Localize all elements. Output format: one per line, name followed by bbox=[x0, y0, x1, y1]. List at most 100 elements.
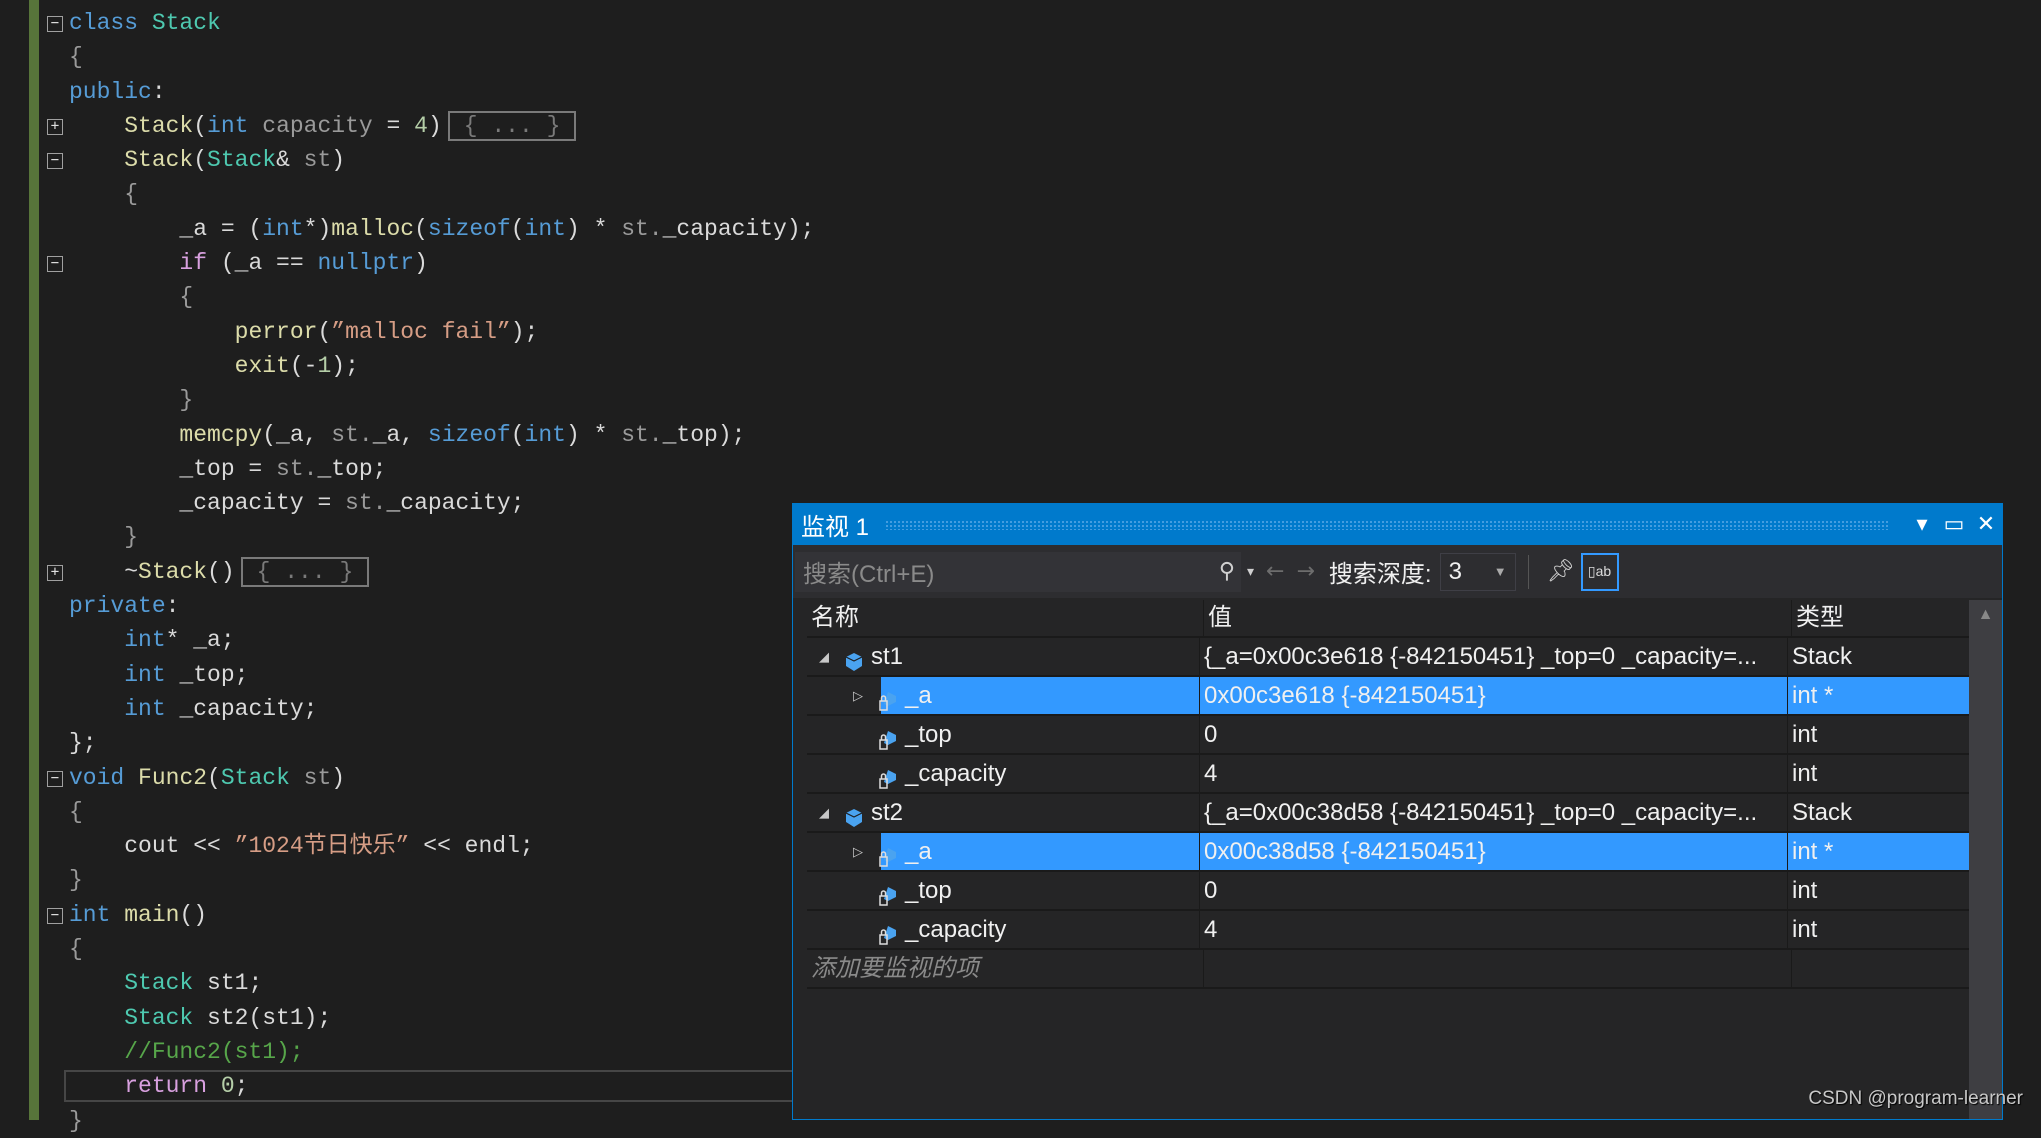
code-token: ( bbox=[193, 147, 208, 174]
search-depth-value: 3 bbox=[1448, 557, 1462, 585]
code-line[interactable]: _top = st._top; bbox=[0, 452, 2041, 486]
code-token: 4 bbox=[414, 112, 428, 139]
search-forward-arrow-icon[interactable]: → bbox=[1290, 559, 1320, 584]
expanded-arrow-icon[interactable]: ◢ bbox=[819, 638, 829, 675]
empty-cell bbox=[1792, 950, 1970, 987]
value-cell[interactable]: 0x00c3e618 {-842150451} bbox=[1200, 677, 1788, 714]
watch-title-bar[interactable]: 监视 1 ▾ ▭ ✕ bbox=[793, 504, 2002, 545]
search-input[interactable]: 搜索(Ctrl+E) ⚲ bbox=[795, 551, 1241, 592]
private-field-icon bbox=[879, 919, 897, 945]
name-cell[interactable]: ▷ _a bbox=[807, 677, 1200, 714]
code-token: sizeof bbox=[427, 421, 511, 448]
code-token: }; bbox=[69, 730, 97, 757]
value-cell[interactable]: 0 bbox=[1200, 716, 1788, 753]
maximize-icon[interactable]: ▭ bbox=[1938, 512, 1970, 537]
type-cell: Stack bbox=[1792, 799, 1853, 826]
value-cell[interactable]: {_a=0x00c3e618 {-842150451} _top=0 _capa… bbox=[1200, 638, 1788, 675]
code-line[interactable]: + Stack(int capacity = 4){ ... } bbox=[0, 109, 2041, 143]
watch-row[interactable]: ◢ st1 {_a=0x00c3e618 {-842150451} _top=0 _… bbox=[807, 638, 1970, 677]
close-icon[interactable]: ✕ bbox=[1970, 512, 2002, 537]
search-back-arrow-icon[interactable]: ← bbox=[1260, 559, 1290, 584]
code-line[interactable]: exit(-1); bbox=[0, 349, 2041, 383]
name-cell[interactable]: _top bbox=[807, 716, 1200, 753]
code-text: return 0; bbox=[69, 1069, 248, 1103]
collapse-icon[interactable]: − bbox=[47, 907, 63, 924]
search-options-dropdown-icon[interactable]: ▾ bbox=[1241, 564, 1260, 580]
pin-icon[interactable]: 📌︎ bbox=[1541, 559, 1581, 584]
code-line[interactable]: _a = (int*)malloc(sizeof(int) * st._capa… bbox=[0, 212, 2041, 246]
scroll-up-icon[interactable]: ▲ bbox=[1969, 606, 2002, 624]
code-token: ~ bbox=[69, 558, 139, 585]
collapsed-block[interactable]: { ... } bbox=[447, 110, 577, 141]
code-token: _top = bbox=[69, 455, 277, 482]
column-header-value[interactable]: 值 bbox=[1204, 600, 1792, 636]
expand-icon[interactable]: + bbox=[47, 118, 63, 135]
code-line[interactable]: { bbox=[0, 177, 2041, 211]
collapse-icon[interactable]: − bbox=[47, 153, 63, 170]
code-token: Stack bbox=[124, 112, 194, 139]
code-text: ~Stack(){ ... } bbox=[69, 555, 370, 589]
variable-name: _a bbox=[905, 682, 932, 709]
code-text: { bbox=[69, 795, 83, 829]
collapse-icon[interactable]: − bbox=[47, 770, 63, 787]
search-icon[interactable]: ⚲ bbox=[1213, 559, 1241, 584]
name-cell[interactable]: ◢ st1 bbox=[807, 638, 1200, 675]
name-cell[interactable]: _capacity bbox=[807, 755, 1200, 792]
watch-row[interactable]: ▷ _a 0x00c3e618 {-842150451} int * bbox=[807, 677, 1970, 716]
column-header-name[interactable]: 名称 bbox=[807, 600, 1204, 636]
code-line[interactable]: { bbox=[0, 40, 2041, 74]
code-token: _capacity); bbox=[662, 215, 815, 242]
collapsed-block[interactable]: { ... } bbox=[240, 556, 370, 587]
code-token: ( bbox=[510, 421, 525, 448]
code-token: 0 bbox=[220, 1073, 235, 1100]
watch-row[interactable]: ▷ _a 0x00c38d58 {-842150451} int * bbox=[807, 833, 1970, 872]
code-line[interactable]: − if (_a == nullptr) bbox=[0, 246, 2041, 280]
code-token: Stack bbox=[138, 558, 208, 585]
drag-grip[interactable] bbox=[885, 519, 1890, 530]
code-line[interactable]: memcpy(_a, st._a, sizeof(int) * st._top)… bbox=[0, 418, 2041, 452]
add-watch-placeholder[interactable]: 添加要监视的项 bbox=[807, 950, 1204, 987]
value-cell[interactable]: 0 bbox=[1200, 872, 1788, 909]
value-cell[interactable]: 4 bbox=[1200, 755, 1788, 792]
name-cell[interactable]: _capacity bbox=[807, 911, 1200, 948]
value-cell[interactable]: 0x00c38d58 {-842150451} bbox=[1200, 833, 1788, 870]
window-menu-dropdown-icon[interactable]: ▾ bbox=[1906, 512, 1938, 537]
vertical-scrollbar[interactable]: ▲ bbox=[1969, 600, 2002, 1119]
collapse-icon[interactable]: − bbox=[47, 16, 63, 32]
collapsed-arrow-icon[interactable]: ▷ bbox=[853, 677, 863, 714]
name-cell[interactable]: _top bbox=[807, 872, 1200, 909]
expanded-arrow-icon[interactable]: ◢ bbox=[819, 794, 829, 831]
name-cell[interactable]: ◢ st2 bbox=[807, 794, 1200, 831]
variable-name: st2 bbox=[871, 799, 904, 826]
value-cell[interactable]: {_a=0x00c38d58 {-842150451} _top=0 _capa… bbox=[1200, 794, 1788, 831]
add-watch-row[interactable]: 添加要监视的项 bbox=[807, 950, 1970, 989]
watch-row[interactable]: _top 0 int bbox=[807, 872, 1970, 911]
collapsed-arrow-icon[interactable]: ▷ bbox=[853, 833, 863, 870]
code-line[interactable]: perror(”malloc fail”); bbox=[0, 315, 2041, 349]
code-line[interactable]: − class Stack bbox=[0, 6, 2041, 40]
column-header-type[interactable]: 类型 bbox=[1792, 600, 1970, 636]
code-token: st. bbox=[621, 215, 663, 242]
code-token: (_a == bbox=[207, 250, 318, 277]
hex-display-toggle-button[interactable]: ▯ab bbox=[1580, 552, 1619, 591]
watch-row[interactable]: _capacity 4 int bbox=[807, 911, 1970, 950]
search-depth-dropdown[interactable]: 3 ▼ bbox=[1439, 552, 1516, 591]
watch-row[interactable]: _top 0 int bbox=[807, 716, 1970, 755]
name-cell[interactable]: ▷ _a bbox=[807, 833, 1200, 870]
code-line[interactable]: public: bbox=[0, 75, 2041, 109]
collapse-icon[interactable]: − bbox=[47, 256, 63, 273]
code-line[interactable]: { bbox=[0, 280, 2041, 314]
code-line[interactable]: } bbox=[0, 383, 2041, 417]
code-token: Stack bbox=[124, 970, 194, 997]
code-token: int bbox=[69, 901, 111, 928]
expand-icon[interactable]: + bbox=[47, 564, 63, 581]
watch-row[interactable]: ◢ st2 {_a=0x00c38d58 {-842150451} _top=0 _… bbox=[807, 794, 1970, 833]
watch-row[interactable]: _capacity 4 int bbox=[807, 755, 1970, 794]
value-cell[interactable]: 4 bbox=[1200, 911, 1788, 948]
code-line[interactable]: − Stack(Stack& st) bbox=[0, 143, 2041, 177]
type-cell: int * bbox=[1788, 833, 1970, 870]
code-token: ; bbox=[234, 1073, 249, 1100]
